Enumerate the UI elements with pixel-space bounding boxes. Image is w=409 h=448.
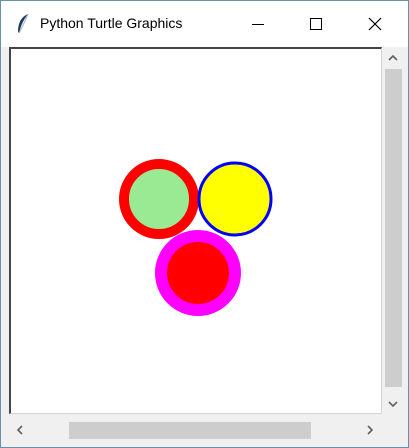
drawing-surface	[119, 159, 273, 316]
chevron-up-icon	[388, 54, 398, 61]
close-icon	[368, 17, 382, 31]
feather-icon	[15, 13, 31, 35]
scroll-left-button[interactable]	[11, 421, 29, 439]
minimize-icon	[252, 24, 264, 25]
maximize-button[interactable]	[287, 1, 345, 47]
horizontal-scrollbar[interactable]	[9, 419, 382, 441]
horizontal-scroll-thumb[interactable]	[69, 422, 311, 439]
close-button[interactable]	[345, 1, 403, 47]
vertical-scroll-thumb[interactable]	[385, 69, 402, 387]
scroll-down-button[interactable]	[384, 395, 402, 413]
scroll-up-button[interactable]	[384, 49, 402, 67]
turtle-window: Python Turtle Graphics	[0, 0, 409, 448]
window-title: Python Turtle Graphics	[40, 15, 183, 31]
minimize-button[interactable]	[229, 1, 287, 47]
chevron-right-icon	[367, 425, 374, 435]
client-area	[9, 47, 405, 443]
maximize-icon	[310, 18, 322, 30]
scrollbar-corner	[382, 419, 404, 441]
chevron-down-icon	[388, 401, 398, 408]
vertical-scrollbar[interactable]	[382, 47, 404, 415]
scroll-right-button[interactable]	[361, 421, 379, 439]
title-bar[interactable]: Python Turtle Graphics	[1, 1, 408, 47]
green-circle-red-outline	[119, 159, 199, 239]
yellow-circle-blue-outline	[197, 161, 273, 237]
red-circle-magenta-outline	[155, 230, 241, 316]
turtle-canvas[interactable]	[9, 47, 382, 414]
chevron-left-icon	[16, 425, 23, 435]
